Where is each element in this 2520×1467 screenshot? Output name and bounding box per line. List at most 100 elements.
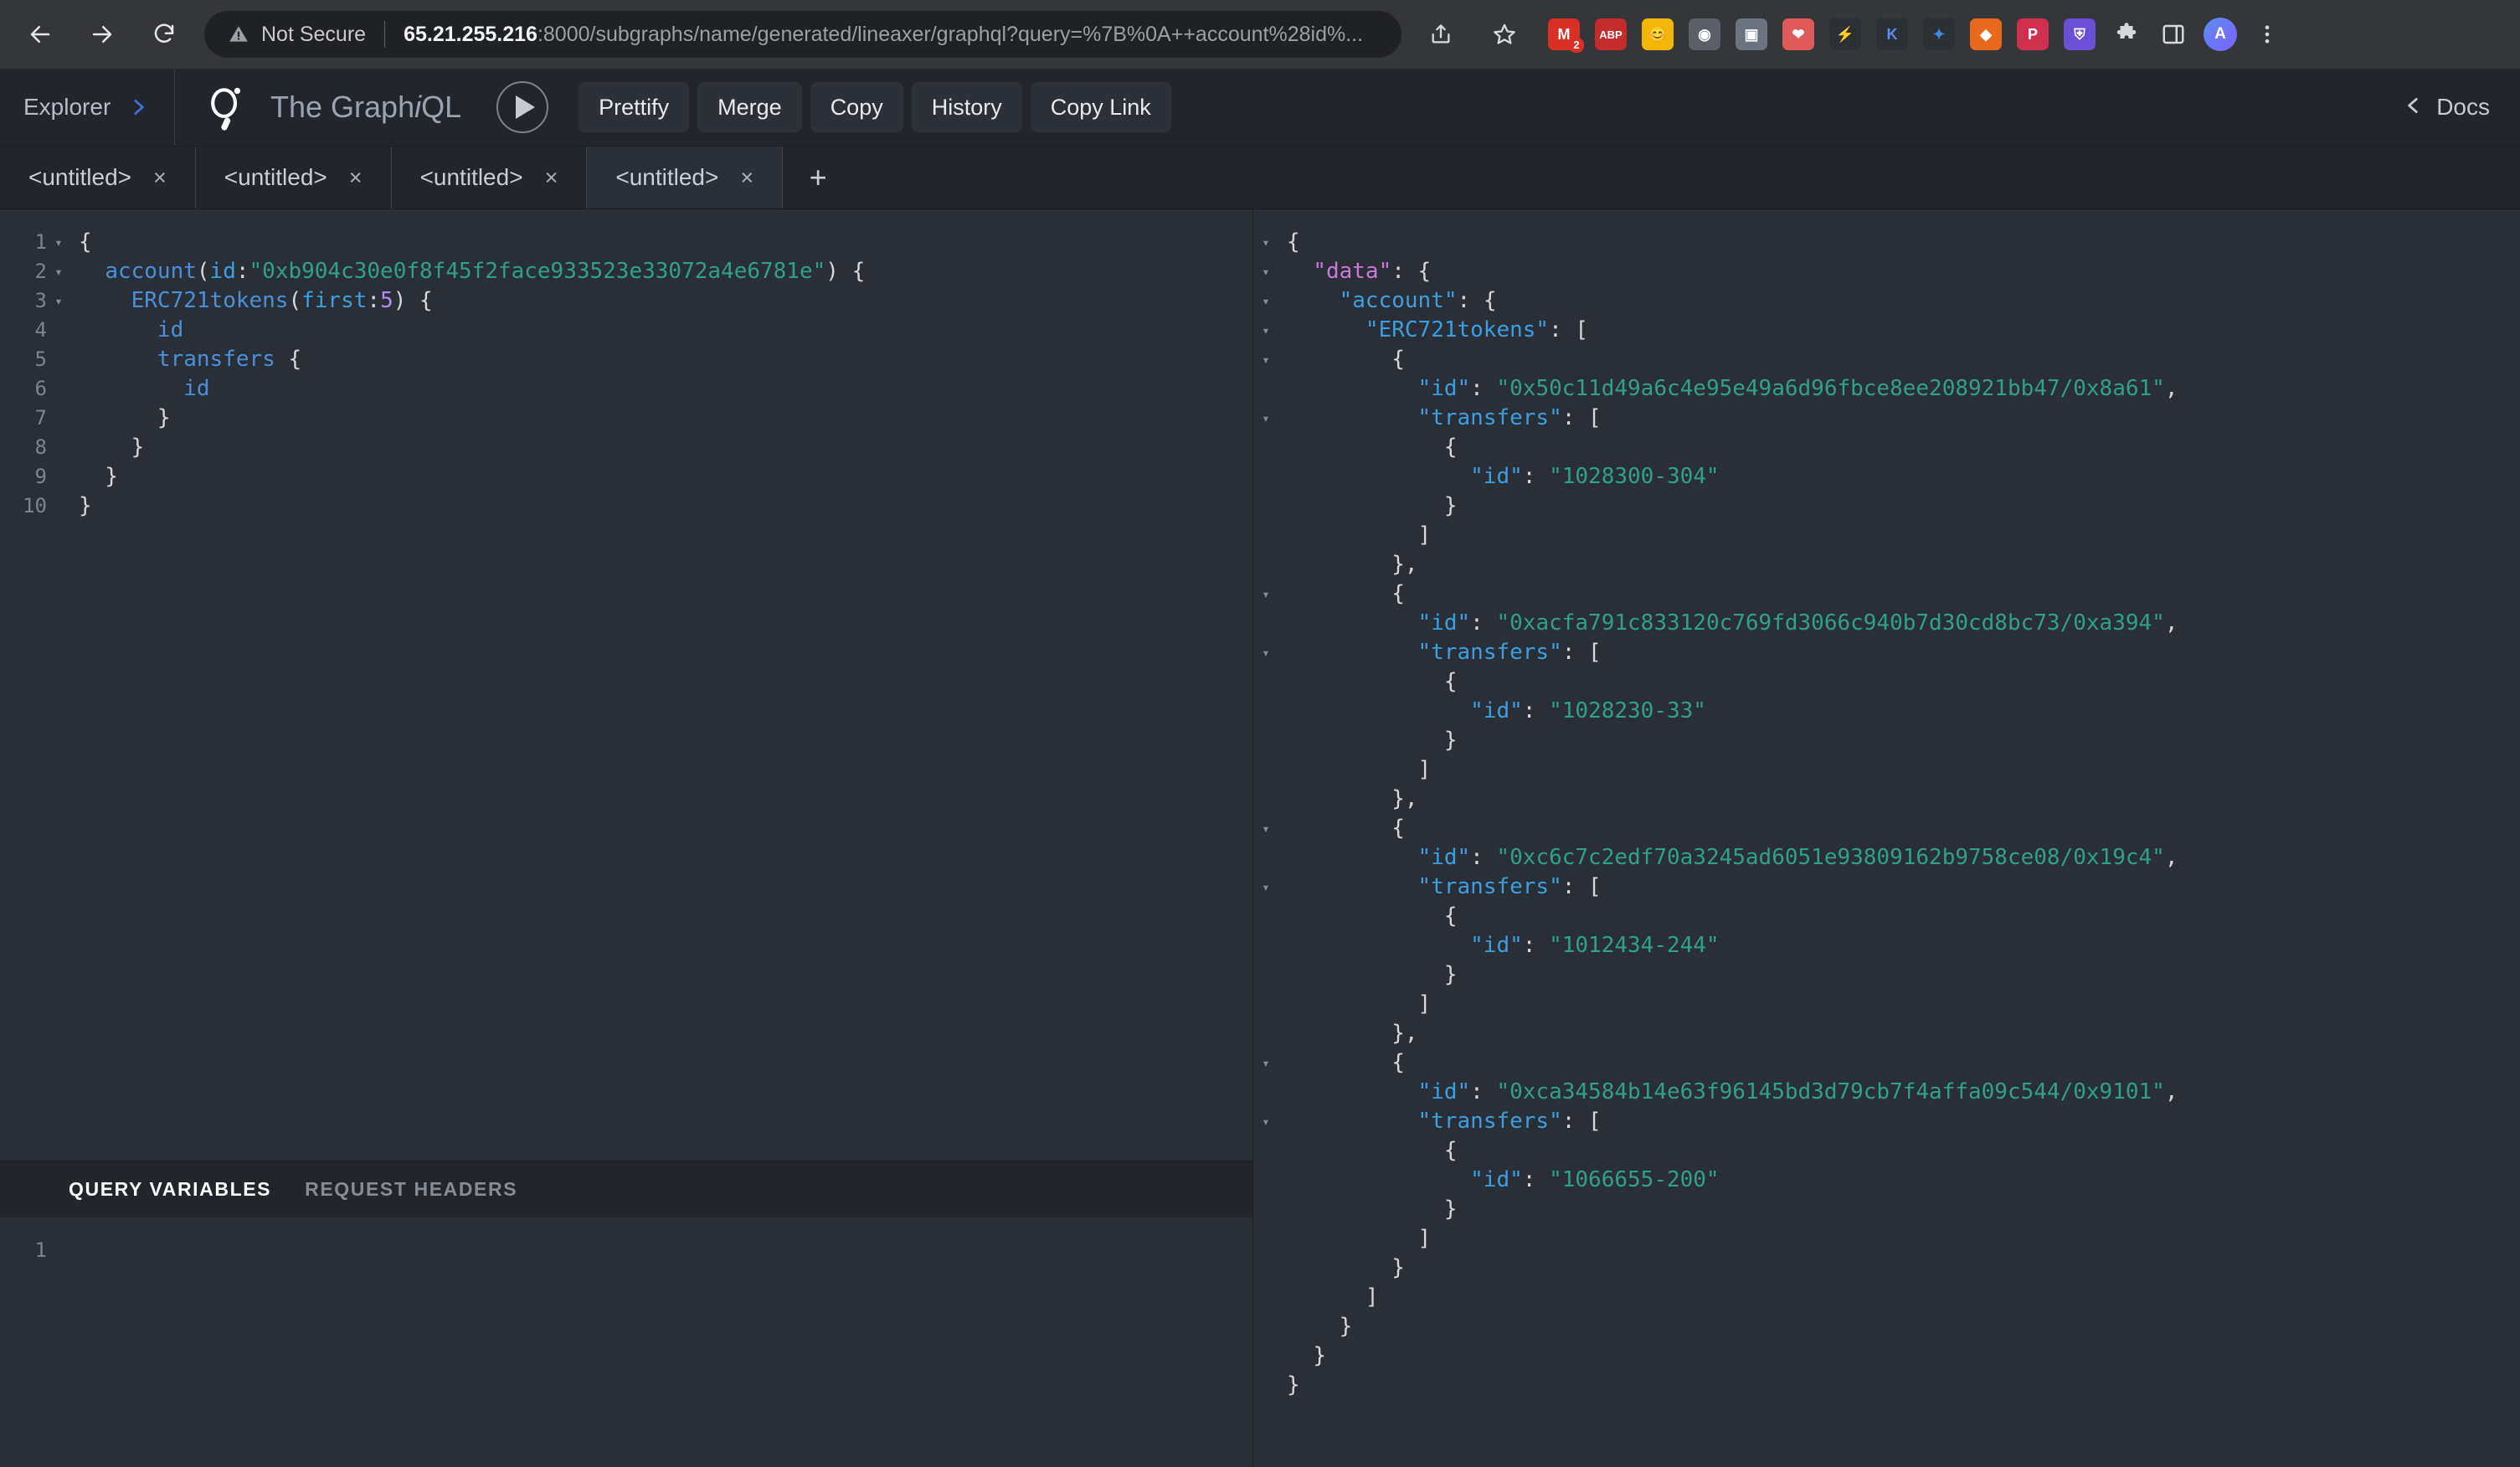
side-panel-icon[interactable] — [2150, 11, 2197, 58]
tab-label: <untitled> — [419, 164, 523, 190]
extension-glyph: 😊 — [1642, 18, 1674, 50]
response-line: }, — [1253, 785, 2520, 814]
extension-icon[interactable]: ▣ — [1728, 11, 1775, 58]
extension-icon[interactable]: ABP — [1587, 11, 1634, 58]
response-line: } — [1253, 1341, 2520, 1371]
fold-toggle-icon[interactable]: ▾ — [47, 228, 70, 257]
fold-toggle-icon[interactable]: ▾ — [1253, 286, 1278, 316]
fold-toggle-icon[interactable]: ▾ — [1253, 1048, 1278, 1078]
fold-toggle-icon[interactable]: ▾ — [47, 257, 70, 286]
extension-badge: 2 — [1569, 38, 1584, 53]
response-line: } — [1253, 960, 2520, 990]
extension-icon[interactable]: ✦ — [1916, 11, 1962, 58]
execute-query-button[interactable] — [496, 81, 549, 133]
code-text: transfers { — [157, 347, 302, 372]
tab-request-headers[interactable]: REQUEST HEADERS — [305, 1178, 517, 1201]
title-italic-i: i — [414, 90, 422, 124]
extension-icon[interactable]: ⛨ — [2056, 11, 2103, 58]
extension-icon[interactable]: ❤ — [1775, 11, 1822, 58]
add-tab-button[interactable]: + — [783, 147, 853, 208]
fold-toggle-icon[interactable]: ▾ — [1253, 316, 1278, 345]
fold-toggle-icon[interactable]: ▾ — [1253, 638, 1278, 667]
address-bar[interactable]: Not Secure 65.21.255.216:8000/subgraphs/… — [204, 11, 1401, 58]
response-line: ▾ { — [1253, 579, 2520, 609]
close-icon[interactable]: × — [153, 166, 167, 189]
url-text: 65.21.255.216:8000/subgraphs/name/genera… — [404, 23, 1363, 47]
fold-toggle-icon[interactable]: ▾ — [1253, 228, 1278, 257]
variables-line-number: 1 — [34, 1238, 47, 1262]
copy-link-button[interactable]: Copy Link — [1030, 82, 1171, 132]
response-line: "id": "1066655-200" — [1253, 1166, 2520, 1195]
response-line: ] — [1253, 755, 2520, 785]
merge-button[interactable]: Merge — [697, 82, 802, 132]
address-bar-actions — [1401, 17, 1522, 52]
response-text: "transfers": [ — [1417, 874, 1602, 899]
extension-glyph: ◆ — [1970, 18, 2002, 50]
kebab-menu-icon[interactable] — [2244, 11, 2291, 58]
fold-toggle-icon[interactable]: ▾ — [1253, 404, 1278, 433]
query-tabs: <untitled> × <untitled> × <untitled> × <… — [0, 147, 2520, 209]
extension-icon[interactable]: M 2 — [1540, 11, 1587, 58]
line-number: 1 — [34, 230, 47, 254]
query-editor[interactable]: 1 ▾{2 ▾ account(id:"0xb904c30e0f8f45f2face… — [0, 209, 1252, 1161]
back-icon[interactable] — [22, 16, 59, 53]
extension-glyph: ABP — [1595, 18, 1627, 50]
code-line: 6 id — [0, 374, 1252, 404]
response-line: ] — [1253, 990, 2520, 1019]
star-icon[interactable] — [1487, 17, 1522, 52]
docs-toggle[interactable]: Docs — [2403, 94, 2520, 121]
avatar[interactable]: A — [2197, 11, 2244, 58]
share-icon[interactable] — [1423, 17, 1458, 52]
fold-toggle-icon[interactable]: ▾ — [1253, 872, 1278, 902]
variables-tabbar: QUERY VARIABLES REQUEST HEADERS — [0, 1161, 1252, 1217]
reload-icon[interactable] — [146, 16, 183, 53]
response-text: } — [1313, 1343, 1326, 1368]
security-label: Not Secure — [261, 22, 367, 46]
response-line: ▾ "transfers": [ — [1253, 872, 2520, 902]
response-line: ] — [1253, 521, 2520, 550]
variables-editor[interactable]: 1 — [0, 1217, 1252, 1467]
copy-button[interactable]: Copy — [810, 82, 903, 132]
response-line: ▾ "transfers": [ — [1253, 404, 2520, 433]
tab-untitled-4[interactable]: <untitled> × — [587, 147, 784, 208]
prettify-button[interactable]: Prettify — [579, 82, 690, 132]
extension-glyph: P — [2017, 18, 2049, 50]
response-text: }, — [1391, 786, 1418, 811]
fold-toggle-icon[interactable]: ▾ — [1253, 257, 1278, 286]
extension-icon[interactable]: K — [1869, 11, 1916, 58]
puzzle-icon[interactable] — [2103, 11, 2150, 58]
tab-untitled-2[interactable]: <untitled> × — [195, 147, 392, 208]
line-number: 5 — [34, 347, 47, 371]
forward-icon[interactable] — [84, 16, 121, 53]
response-text: } — [1443, 1197, 1458, 1222]
extension-icon[interactable]: 😊 — [1634, 11, 1681, 58]
chevron-left-icon — [2403, 95, 2425, 121]
explorer-toggle[interactable]: Explorer — [0, 69, 175, 146]
tab-query-variables[interactable]: QUERY VARIABLES — [69, 1178, 271, 1201]
response-line: ] — [1253, 1224, 2520, 1253]
extension-icon[interactable]: P — [2009, 11, 2056, 58]
response-line: "id": "0xc6c7c2edf70a3245ad6051e93809162… — [1253, 843, 2520, 872]
graphiql-header: Explorer The GraphiQL Prettify Merge Cop… — [0, 69, 2520, 147]
extension-icon[interactable]: ⚡ — [1822, 11, 1869, 58]
url-host: 65.21.255.216 — [404, 22, 537, 46]
extension-glyph: K — [1876, 18, 1908, 50]
fold-toggle-icon[interactable]: ▾ — [47, 286, 70, 316]
fold-toggle-icon[interactable]: ▾ — [1253, 814, 1278, 843]
history-button[interactable]: History — [911, 82, 1022, 132]
line-number: 7 — [34, 406, 47, 430]
fold-toggle-icon[interactable]: ▾ — [1253, 579, 1278, 609]
fold-toggle-icon[interactable]: ▾ — [1253, 345, 1278, 374]
tab-untitled-3[interactable]: <untitled> × — [391, 147, 588, 208]
response-line: ▾{ — [1253, 228, 2520, 257]
extension-icon[interactable]: ◆ — [1962, 11, 2009, 58]
close-icon[interactable]: × — [740, 166, 753, 189]
tab-untitled-1[interactable]: <untitled> × — [0, 147, 196, 208]
response-text: }, — [1391, 552, 1418, 577]
close-icon[interactable]: × — [545, 166, 558, 189]
extension-icon[interactable]: ◉ — [1681, 11, 1728, 58]
close-icon[interactable]: × — [349, 166, 363, 189]
response-text: "transfers": [ — [1417, 1109, 1602, 1134]
fold-toggle-icon[interactable]: ▾ — [1253, 1107, 1278, 1136]
code-text: id — [183, 376, 210, 401]
